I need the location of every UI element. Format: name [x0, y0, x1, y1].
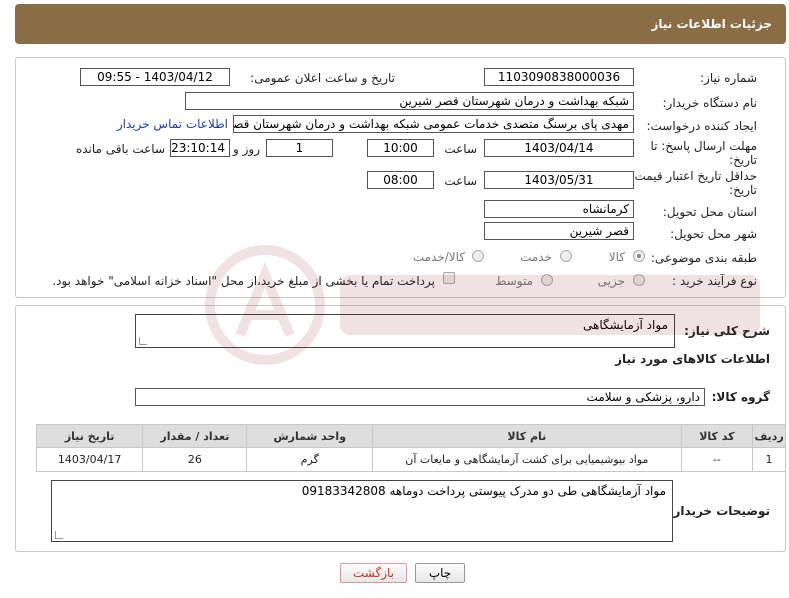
buyer-contact-link[interactable]: اطلاعات تماس خریدار: [117, 117, 228, 131]
process-radio-medium[interactable]: [541, 274, 553, 286]
buyer-org-field: شبکه بهداشت و درمان شهرستان قصر شیرین: [185, 92, 634, 110]
reply-time-label: ساعت: [444, 142, 477, 156]
price-validity-label: حداقل تاریخ اعتبار قیمت: تا: [619, 169, 757, 183]
remaining-time-field: 23:10:14: [170, 139, 230, 157]
category-radio-service[interactable]: [560, 250, 572, 262]
back-button[interactable]: بازگشت: [340, 563, 407, 583]
goods-table: ردیف کد کالا نام کالا واحد شمارش تعداد /…: [35, 424, 786, 472]
category-label: طبقه بندی موضوعی:: [650, 251, 757, 265]
treasury-checkbox[interactable]: [443, 272, 455, 284]
process-radio-minor[interactable]: [633, 274, 645, 286]
treasury-note: پرداخت تمام یا بخشی از مبلغ خرید،از محل …: [52, 274, 435, 288]
reply-deadline-label: مهلت ارسال پاسخ: تا: [650, 139, 757, 153]
summary-textarea: مواد آزمایشگاهی: [135, 314, 675, 348]
col-qty: تعداد / مقدار: [142, 424, 248, 448]
table-row: 1 -- مواد بیوشیمیایی برای کشت آزمایشگاهی…: [35, 447, 786, 472]
buyer-notes-text: مواد آزمایشگاهی طی دو مدرک پیوستی پرداخت…: [301, 484, 666, 498]
buyer-notes-label: توضیحات خریدار:: [668, 504, 770, 518]
price-validity-date-label: تاریخ:: [729, 183, 757, 197]
col-unit: واحد شمارش: [246, 424, 374, 448]
validity-date-field: 1403/05/31: [484, 171, 634, 189]
province-field: کرمانشاه: [484, 200, 634, 218]
creator-label: ایجاد کننده درخواست:: [646, 119, 757, 133]
summary-label: شرح کلی نیاز:: [684, 324, 770, 338]
category-radio-goods[interactable]: [633, 250, 645, 262]
resize-handle-icon[interactable]: [139, 337, 147, 345]
need-number-field: 1103090838000036: [484, 68, 634, 86]
cell-row: 1: [752, 447, 786, 472]
page-header: جزئیات اطلاعات نیاز: [15, 4, 786, 44]
days-label: روز و: [233, 142, 260, 156]
summary-text: مواد آزمایشگاهی: [583, 318, 668, 332]
cell-qty: 26: [142, 447, 248, 472]
goods-info-title: اطلاعات کالاهای مورد نیاز: [615, 352, 770, 366]
col-name: نام کالا: [372, 424, 682, 448]
resize-handle-icon[interactable]: [55, 531, 63, 539]
need-info-panel: شماره نیاز: 1103090838000036 تاریخ و ساع…: [15, 57, 786, 298]
cell-date: 1403/04/17: [35, 447, 144, 472]
announce-field: 1403/04/12 - 09:55: [80, 68, 230, 86]
col-date: تاریخ نیاز: [35, 424, 144, 448]
reply-date-field: 1403/04/14: [484, 139, 634, 157]
city-field: قصر شیرین: [484, 222, 634, 240]
buyer-notes-textarea: مواد آزمایشگاهی طی دو مدرک پیوستی پرداخت…: [51, 480, 673, 542]
goods-group-label: گروه کالا:: [711, 390, 770, 404]
cell-code: --: [680, 447, 754, 472]
need-number-label: شماره نیاز:: [700, 71, 757, 85]
cell-unit: گرم: [246, 447, 374, 472]
process-type-label: نوع فرآیند خرید :: [672, 274, 757, 288]
buyer-org-label: نام دستگاه خریدار:: [662, 96, 758, 110]
reply-time-field: 10:00: [367, 139, 434, 157]
col-row: ردیف: [752, 424, 786, 448]
col-code: کد کالا: [680, 424, 754, 448]
cell-name: مواد بیوشیمیایی برای کشت آزمایشگاهی و ما…: [372, 447, 682, 472]
city-label: شهر محل تحویل:: [670, 227, 757, 241]
remaining-time-label: ساعت باقی مانده: [75, 142, 165, 156]
category-goods-service-label: کالا/خدمت: [412, 250, 465, 264]
province-label: استان محل تحویل:: [662, 205, 757, 219]
process-minor-label: جزیی: [597, 274, 625, 288]
print-button[interactable]: چاپ: [415, 563, 465, 583]
process-medium-label: متوسط: [495, 274, 533, 288]
reply-deadline-date-label: تاریخ:: [729, 153, 757, 167]
goods-table-header: ردیف کد کالا نام کالا واحد شمارش تعداد /…: [35, 424, 786, 448]
page-title: جزئیات اطلاعات نیاز: [651, 17, 772, 31]
announce-label: تاریخ و ساعت اعلان عمومی:: [250, 71, 395, 85]
days-remaining-field: 1: [266, 139, 333, 157]
need-details-panel: شرح کلی نیاز: مواد آزمایشگاهی اطلاعات کا…: [15, 305, 786, 552]
goods-group-field: دارو، پزشکی و سلامت: [135, 388, 705, 406]
creator-field: مهدی پای برسنگ متصدی خدمات عمومی شبکه به…: [233, 115, 634, 133]
category-service-label: خدمت: [520, 250, 552, 264]
category-goods-label: کالا: [608, 250, 625, 264]
validity-time-label: ساعت: [444, 174, 477, 188]
validity-time-field: 08:00: [367, 171, 434, 189]
category-radio-goods-service[interactable]: [472, 250, 484, 262]
